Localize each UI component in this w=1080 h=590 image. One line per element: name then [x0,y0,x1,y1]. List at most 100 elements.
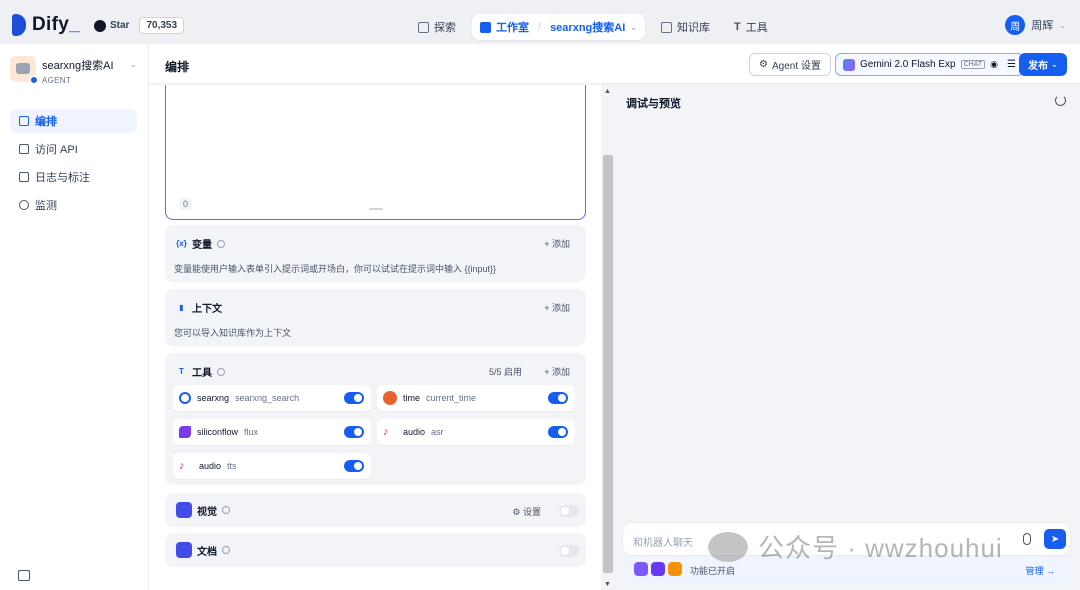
app-switcher[interactable]: searxng搜索AI AGENT [10,56,114,85]
api-icon [19,144,29,154]
agent-settings-button[interactable]: ⚙ Agent 设置 [749,53,831,76]
sidebar-item-logs[interactable]: 日志与标注 [10,165,137,189]
chevron-down-icon: ⌄ [630,22,637,32]
tts-feature-icon [651,562,665,576]
editor-scrollbar[interactable]: ▲ ▼ [602,85,614,590]
chevron-down-icon: ⌄ [1059,20,1066,30]
suggestion-feature-icon [668,562,682,576]
current-app-selector[interactable]: searxng搜索AI [550,19,625,35]
agent-badge-icon [29,75,39,85]
robot-icon [480,21,491,33]
vision-title: 视觉 [197,506,217,518]
hammer-icon: T [179,367,184,376]
tool-toggle[interactable] [344,426,364,438]
sidebar-menu: 编排 访问 API 日志与标注 监测 [10,109,137,221]
publish-button[interactable]: 发布 ⌄ [1019,53,1067,76]
vision-settings-button[interactable]: ⚙ 设置 [512,505,541,518]
sidebar-item-orchestrate[interactable]: 编排 [10,109,137,133]
user-menu[interactable]: 周 周辉 ⌄ [1005,15,1066,35]
search-icon [179,392,191,404]
sidebar-item-monitor[interactable]: 监测 [10,193,137,217]
nav-knowledge[interactable]: 知识库 [653,14,718,40]
sidebar-item-api[interactable]: 访问 API [10,137,137,161]
app-avatar [10,56,39,85]
nav-studio[interactable]: 工作室 / searxng搜索AI ⌄ [472,14,645,40]
add-context-button[interactable]: + 添加 [544,301,570,314]
scroll-down-icon[interactable]: ▼ [604,581,611,588]
tool-item[interactable]: ♪ audio tts [173,453,371,479]
document-icon: ▮ [179,303,184,312]
watermark: 公众号 · wwzhouhui [708,528,1003,565]
wechat-icon [708,531,748,562]
gear-icon: ⚙ [759,59,768,70]
tool-item[interactable]: searxng searxng_search [173,385,371,411]
avatar: 周 [1005,15,1026,35]
tool-toggle[interactable] [344,460,364,472]
send-button[interactable]: ➤ [1044,529,1066,549]
scroll-up-icon[interactable]: ▲ [604,88,611,95]
file-icon [176,542,192,558]
scroll-thumb[interactable] [603,155,613,573]
github-star-count: 70,353 [139,17,185,34]
eye-icon: ◉ [990,59,999,69]
tool-toggle[interactable] [548,426,568,438]
tools-section: T 工具 5/5 启用 + 添加 searxng searxng_search … [165,353,586,485]
sliders-icon[interactable]: ☰ [1007,59,1016,70]
prompt-char-count: 0 [179,198,193,210]
debug-title: 调试与预览 [626,98,681,110]
tool-item[interactable]: time current_time [377,385,575,411]
sidebar-collapse-icon[interactable] [18,570,30,581]
nav-explore[interactable]: 探索 [410,14,464,40]
user-name: 周辉 [1031,20,1054,32]
prompt-editor[interactable]: 0 [165,85,586,220]
vision-toggle[interactable] [559,505,579,517]
add-tool-button[interactable]: + 添加 [544,365,570,378]
book-icon [660,21,672,33]
sidebar: searxng搜索AI AGENT ⌄ 编排 访问 API 日志与标注 监测 [0,44,149,590]
page-title: 编排 [165,60,190,74]
model-selector[interactable]: Gemini 2.0 Flash Exp CHAT ◉ ☰ [835,53,1024,76]
help-icon[interactable] [222,506,230,514]
tool-toggle[interactable] [344,392,364,404]
variables-title: 变量 [192,240,212,251]
microphone-icon[interactable] [1023,533,1031,545]
main-header: 编排 ⚙ Agent 设置 Gemini 2.0 Flash Exp CHAT … [149,44,1080,84]
hammer-icon: T [733,21,741,33]
chevron-down-icon: ⌄ [1051,60,1058,69]
monitor-icon [19,200,29,210]
manage-features-link[interactable]: 管理 → [1025,564,1055,577]
debug-preview-panel: 调试与预览 和机器人聊天 ➤ 功能已开启 管理 → [614,85,1080,590]
context-section: ▮ 上下文 + 添加 您可以导入知识库作为上下文 [165,289,586,346]
tools-enabled-count: 5/5 启用 [488,367,522,377]
tool-toggle[interactable] [548,392,568,404]
document-section: 文档 [165,533,586,567]
help-icon[interactable] [217,367,225,376]
model-mode-tag: CHAT [960,60,986,69]
document-toggle[interactable] [559,545,579,557]
chevron-down-icon[interactable]: ⌄ [130,60,137,69]
context-description: 您可以导入知识库作为上下文 [174,328,292,338]
app-name: searxng搜索AI [42,60,114,72]
features-enabled-label: 功能已开启 [690,566,736,576]
tool-item[interactable]: ♪ audio asr [377,419,575,445]
refresh-icon[interactable] [1055,95,1066,106]
help-icon[interactable] [217,239,225,248]
logs-icon [19,172,29,182]
variables-description: 变量能使用户输入表单引入提示词或开场白，你可以试试在提示词中输入 {{input… [174,264,497,274]
github-icon [94,19,106,32]
vision-section: 视觉 ⚙ 设置 [165,493,586,527]
github-star-button[interactable]: Star 70,353 [94,17,185,34]
orchestrate-icon [19,116,29,126]
dify-logo-mark [12,14,26,36]
github-star-label: Star [110,20,130,31]
brand-name: Dify [32,14,70,35]
microphone-feature-icon [634,562,648,576]
resize-handle[interactable] [369,208,383,210]
tool-item[interactable]: siliconflow flux [173,419,371,445]
add-variable-button[interactable]: + 添加 [544,237,570,250]
nav-tools[interactable]: T 工具 [726,14,776,40]
gemini-icon [843,58,855,71]
compass-icon [418,21,429,33]
help-icon[interactable] [222,546,230,554]
dify-logo[interactable]: Dify_ [12,14,80,36]
